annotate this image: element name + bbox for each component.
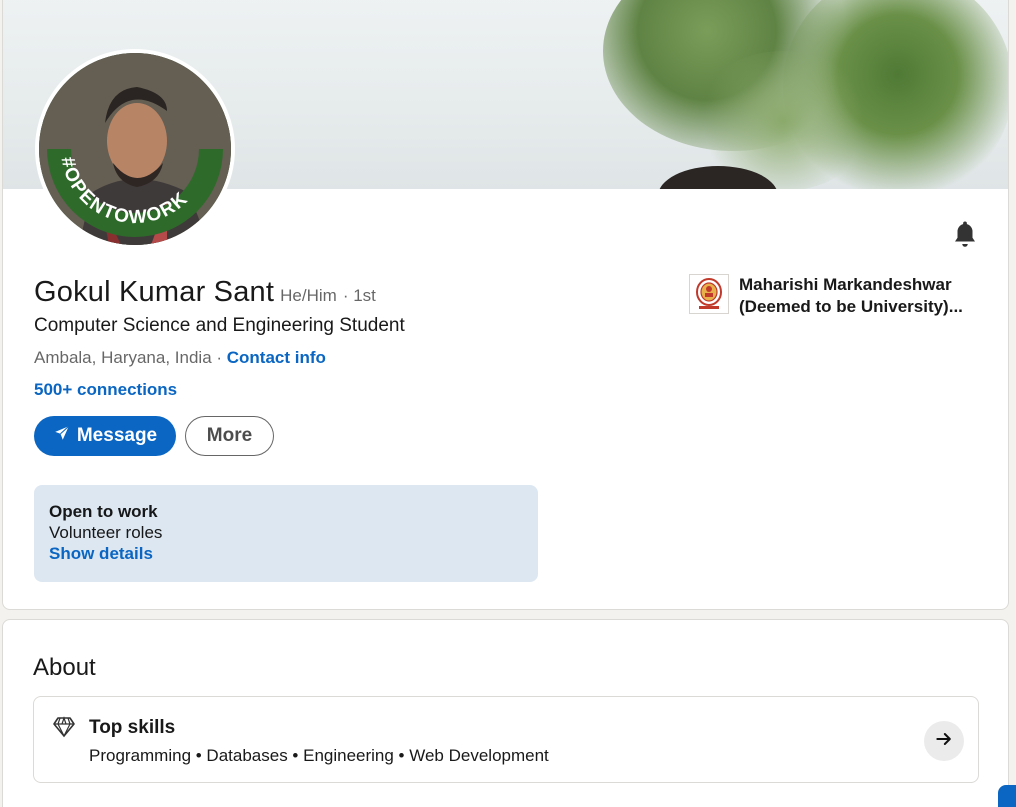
- education-name: Maharishi Markandeshwar (Deemed to be Un…: [739, 275, 963, 316]
- diamond-icon: [52, 715, 76, 739]
- contact-info-link[interactable]: Contact info: [227, 348, 326, 367]
- messaging-chip[interactable]: [998, 785, 1016, 807]
- open-to-work-box: Open to work Volunteer roles Show detail…: [34, 485, 538, 582]
- location-separator: ·: [211, 348, 227, 367]
- top-skills-title: Top skills: [89, 717, 176, 738]
- connections-link[interactable]: 500+ connections: [34, 380, 177, 400]
- profile-name: Gokul Kumar Sant: [34, 276, 275, 308]
- open-to-work-roles: Volunteer roles: [49, 523, 163, 542]
- top-skills-list: Programming • Databases • Engineering • …: [89, 746, 549, 765]
- message-button[interactable]: Message: [34, 416, 176, 456]
- avatar-photo: #OPENTOWORK: [39, 53, 231, 245]
- connection-degree: · 1st: [342, 286, 376, 305]
- top-skills-box[interactable]: Top skills Programming • Databases • Eng…: [33, 696, 979, 783]
- location-row: Ambala, Haryana, India · Contact info: [34, 348, 326, 368]
- arrow-right-icon: [934, 729, 954, 754]
- education-entry[interactable]: Maharishi Markandeshwar (Deemed to be Un…: [689, 274, 979, 318]
- message-button-label: Message: [76, 425, 158, 446]
- name-row: Gokul Kumar Sant He/Him · 1st: [34, 276, 376, 309]
- send-icon: [53, 424, 71, 448]
- university-logo: [689, 274, 729, 314]
- more-button-label: More: [206, 425, 253, 446]
- top-skills-arrow-button[interactable]: [924, 721, 964, 761]
- open-to-work-title: Open to work: [49, 502, 158, 521]
- show-details-link[interactable]: Show details: [49, 543, 523, 565]
- bell-icon[interactable]: [950, 219, 980, 249]
- avatar[interactable]: #OPENTOWORK: [35, 49, 235, 249]
- about-card: About Top skills Programming • Databases…: [2, 619, 1009, 807]
- location: Ambala, Haryana, India: [34, 348, 212, 367]
- pronouns: He/Him: [280, 286, 337, 305]
- profile-headline: Computer Science and Engineering Student: [34, 315, 405, 336]
- about-title: About: [33, 654, 96, 681]
- profile-card: #OPENTOWORK Gokul Kumar Sant He/Him · 1s…: [2, 0, 1009, 610]
- more-button[interactable]: More: [185, 416, 274, 456]
